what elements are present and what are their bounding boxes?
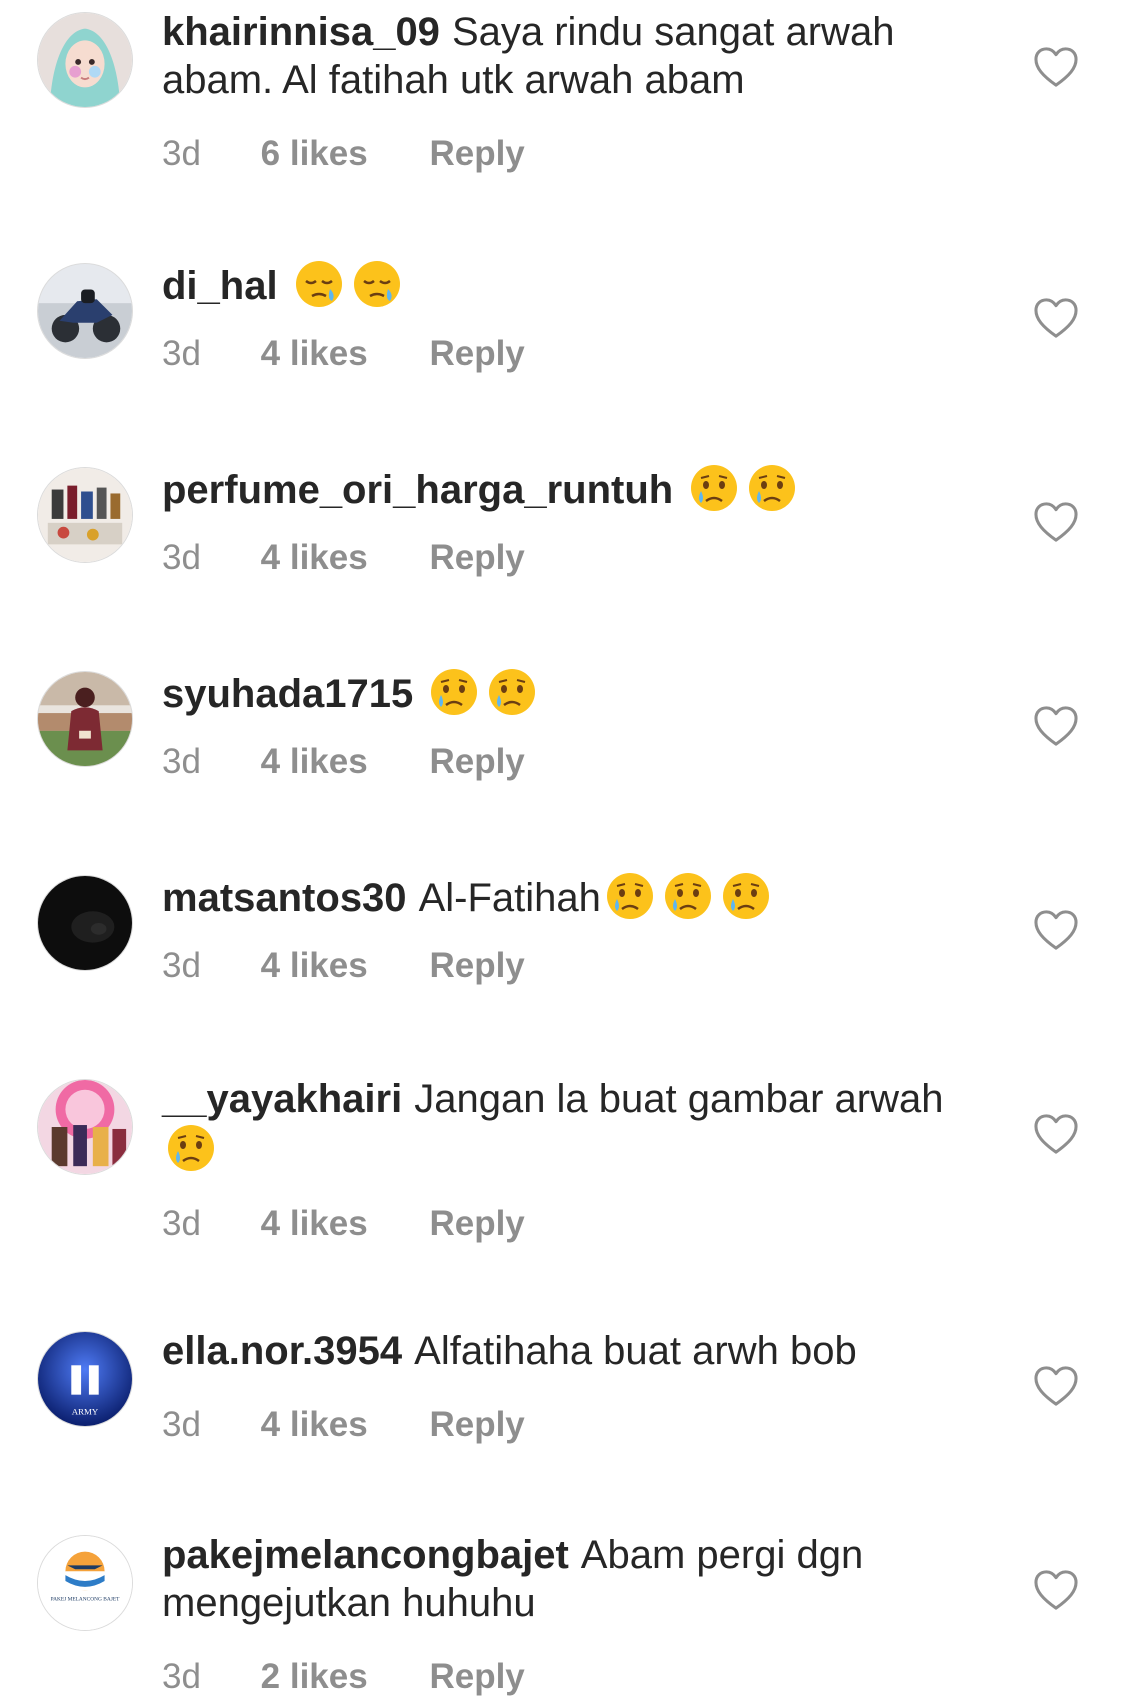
comment-likes[interactable]: 2 likes <box>261 1657 368 1697</box>
comment-body: matsantos30 Al-Fatihah 3d 4 likes Reply <box>162 871 982 986</box>
comment-meta: 3d 4 likes Reply <box>162 742 982 782</box>
comment-meta: 3d 4 likes Reply <box>162 1405 982 1445</box>
comment-body: di_hal 3d 4 likes Reply <box>162 259 982 374</box>
like-heart-icon[interactable] <box>1033 297 1079 339</box>
comment-time: 3d <box>162 946 201 985</box>
comment-likes[interactable]: 4 likes <box>261 1204 368 1244</box>
comment-time: 3d <box>162 1405 201 1444</box>
comment-likes[interactable]: 4 likes <box>261 538 368 578</box>
crying-face-icon <box>689 463 739 513</box>
crying-face-icon <box>166 1123 216 1173</box>
comment-text-line: khairinnisa_09 Saya rindu sangat arwah ab… <box>162 8 982 104</box>
comment-text-line: ella.nor.3954 Alfatihaha buat arwh bob <box>162 1327 982 1375</box>
comment-likes[interactable]: 4 likes <box>261 946 368 986</box>
reply-button[interactable]: Reply <box>429 742 524 782</box>
perfume-bottles-avatar-image <box>38 468 132 562</box>
crying-face-icon <box>429 667 479 717</box>
girl-hijab-avatar-image <box>38 13 132 107</box>
motorcycle-avatar-image <box>38 264 132 358</box>
comment-body: ella.nor.3954 Alfatihaha buat arwh bob 3d… <box>162 1327 982 1445</box>
reply-button[interactable]: Reply <box>429 334 524 374</box>
avatar[interactable]: PAKEJ MELANCONG BAJET <box>37 1535 133 1631</box>
avatar-caption: ARMY <box>72 1406 99 1416</box>
reply-button[interactable]: Reply <box>429 1405 524 1445</box>
comment-text-line: perfume_ori_harga_runtuh <box>162 463 982 514</box>
comment-meta: 3d 4 likes Reply <box>162 946 982 986</box>
comment-meta: 3d 4 likes Reply <box>162 1204 982 1244</box>
avatar[interactable] <box>37 671 133 767</box>
reply-button[interactable]: Reply <box>429 1657 524 1697</box>
avatar[interactable] <box>37 467 133 563</box>
army-logo-avatar-image: ARMY <box>38 1332 132 1426</box>
comment-body: perfume_ori_harga_runtuh 3d 4 likes Repl… <box>162 463 982 578</box>
comment-time: 3d <box>162 538 201 577</box>
avatar[interactable]: ARMY <box>37 1331 133 1427</box>
comment-username[interactable]: pakejmelancongbajet <box>162 1533 569 1577</box>
comment-meta: 3d 2 likes Reply <box>162 1657 982 1697</box>
person-outdoor-avatar-image <box>38 672 132 766</box>
comment-text: Alfatihaha buat arwh bob <box>414 1329 857 1373</box>
comment-body: pakejmelancongbajet Abam pergi dgn mengej… <box>162 1531 982 1697</box>
avatar[interactable] <box>37 12 133 108</box>
comment-body: khairinnisa_09 Saya rindu sangat arwah ab… <box>162 8 982 174</box>
crying-face-icon <box>721 871 771 921</box>
comment-meta: 3d 4 likes Reply <box>162 334 982 374</box>
comment-username[interactable]: __yayakhairi <box>162 1077 402 1121</box>
comment-username[interactable]: ella.nor.3954 <box>162 1329 402 1373</box>
reply-button[interactable]: Reply <box>429 946 524 986</box>
comment-meta: 3d 6 likes Reply <box>162 134 982 174</box>
comment-likes[interactable]: 4 likes <box>261 1405 368 1445</box>
comment-likes[interactable]: 4 likes <box>261 742 368 782</box>
comment-username[interactable]: matsantos30 <box>162 876 407 920</box>
comment-text: Jangan la buat gambar arwah <box>414 1077 944 1121</box>
like-heart-icon[interactable] <box>1033 1113 1079 1155</box>
comment-username[interactable]: khairinnisa_09 <box>162 10 440 54</box>
comment-time: 3d <box>162 1204 201 1243</box>
crying-face-icon <box>605 871 655 921</box>
comment-username[interactable]: di_hal <box>162 264 278 308</box>
sleepy-face-icon <box>294 259 344 309</box>
like-heart-icon[interactable] <box>1033 1365 1079 1407</box>
comment-text-line: matsantos30 Al-Fatihah <box>162 871 982 922</box>
avatar[interactable] <box>37 1079 133 1175</box>
comment-time: 3d <box>162 742 201 781</box>
like-heart-icon[interactable] <box>1033 705 1079 747</box>
comment-time: 3d <box>162 334 201 373</box>
colorful-group-avatar-image <box>38 1080 132 1174</box>
like-heart-icon[interactable] <box>1033 909 1079 951</box>
crying-face-icon <box>487 667 537 717</box>
like-heart-icon[interactable] <box>1033 1569 1079 1611</box>
comment-text-line: syuhada1715 <box>162 667 982 718</box>
comment-time: 3d <box>162 134 201 173</box>
like-heart-icon[interactable] <box>1033 501 1079 543</box>
comment-text-line: pakejmelancongbajet Abam pergi dgn mengej… <box>162 1531 982 1627</box>
crying-face-icon <box>747 463 797 513</box>
comment-username[interactable]: perfume_ori_harga_runtuh <box>162 468 673 512</box>
avatar[interactable] <box>37 263 133 359</box>
comment-text: Al-Fatihah <box>418 876 601 920</box>
comment-body: __yayakhairi Jangan la buat gambar arwah … <box>162 1075 982 1244</box>
dark-photo-avatar-image <box>38 876 132 970</box>
comment-text-line: di_hal <box>162 259 982 310</box>
like-heart-icon[interactable] <box>1033 46 1079 88</box>
reply-button[interactable]: Reply <box>429 1204 524 1244</box>
comment-list: khairinnisa_09 Saya rindu sangat arwah ab… <box>0 0 1125 1705</box>
reply-button[interactable]: Reply <box>429 538 524 578</box>
crying-face-icon <box>663 871 713 921</box>
avatar-caption: PAKEJ MELANCONG BAJET <box>51 1597 121 1603</box>
sleepy-face-icon <box>352 259 402 309</box>
comment-username[interactable]: syuhada1715 <box>162 672 413 716</box>
comment-body: syuhada1715 3d 4 likes Reply <box>162 667 982 782</box>
comment-time: 3d <box>162 1657 201 1696</box>
comment-likes[interactable]: 4 likes <box>261 334 368 374</box>
reply-button[interactable]: Reply <box>429 134 524 174</box>
avatar[interactable] <box>37 875 133 971</box>
comment-likes[interactable]: 6 likes <box>261 134 368 174</box>
comment-text-line: __yayakhairi Jangan la buat gambar arwah <box>162 1075 982 1174</box>
travel-logo-avatar-image: PAKEJ MELANCONG BAJET <box>38 1536 132 1630</box>
comment-meta: 3d 4 likes Reply <box>162 538 982 578</box>
